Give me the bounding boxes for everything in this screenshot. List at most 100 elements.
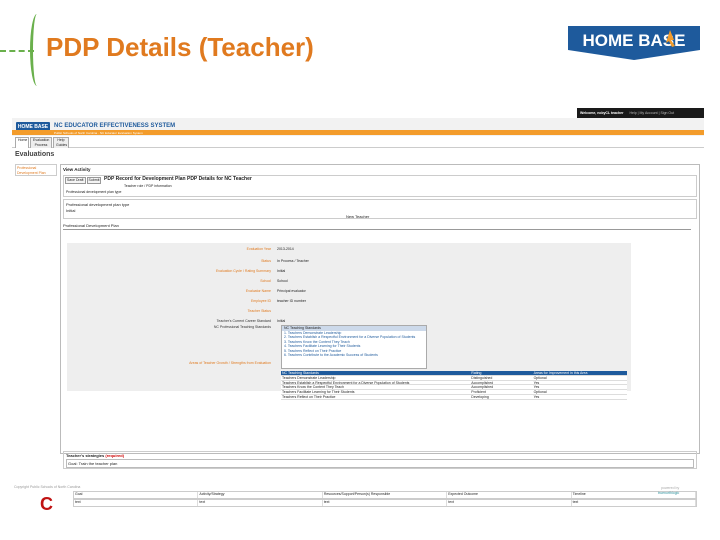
- table-row: Teachers Reflect on Their Practice Devel…: [281, 394, 627, 400]
- table-cell: Accomplished: [471, 385, 494, 390]
- table-cell: Distinguished: [471, 375, 493, 380]
- table-cell: Teachers Know the Content They Teach: [282, 385, 344, 390]
- column-header: Rating: [471, 371, 482, 375]
- pdp-subtitle: Teacher role / PDP information: [124, 184, 172, 188]
- field-label: Status: [261, 259, 271, 263]
- pdp-header-box: Save Draft Submit PDP Record for Develop…: [63, 175, 697, 197]
- field-value: Initial: [277, 319, 286, 323]
- breadcrumb: Public Schools of North Carolina · NC Ed…: [54, 130, 143, 135]
- footer-copyright: Copyright Public Schools of North Caroli…: [14, 485, 81, 489]
- tab-home[interactable]: Home: [15, 137, 29, 148]
- table-cell: Developing: [471, 394, 489, 399]
- pdp-info: Professional development plan type: [66, 190, 122, 194]
- field-label: Teacher's Current Career Standard: [216, 319, 271, 323]
- field-value: 2013-2014: [277, 247, 294, 251]
- field-label: Areas of Teacher Growth / Strengths from…: [189, 361, 271, 365]
- field-label: Evaluation Year: [246, 247, 271, 251]
- main-panel: View Activity Save Draft Submit PDP Reco…: [60, 164, 700, 507]
- truenorthlogic-logo: powered by truenorthlogic: [658, 486, 679, 495]
- table-cell: Yes: [533, 394, 540, 399]
- pdp-title: PDP Record for Development Plan PDP Deta…: [104, 176, 252, 182]
- category-value: New Teacher: [346, 214, 370, 219]
- powered-by-text: powered by: [661, 486, 680, 490]
- column-header: Goal: [74, 492, 199, 498]
- strategies-input[interactable]: Goal: Train the teacher plan: [66, 459, 694, 468]
- brand-text: truenorthlogic: [658, 490, 680, 495]
- top-user-bar: Welcome, ncbyCL teacher Help | My Accoun…: [577, 108, 704, 118]
- field-label: Evaluator Name: [245, 289, 271, 293]
- goals-table: Goal Activity/Strategy Resources/Support…: [73, 491, 697, 511]
- submit-button[interactable]: Submit: [86, 177, 102, 184]
- plan-type-box: Professional development plan type Initi…: [63, 199, 697, 219]
- table-cell: Accomplished: [471, 380, 494, 385]
- table-cell: Yes: [533, 380, 540, 385]
- action-buttons: Save Draft Submit: [65, 177, 102, 184]
- standard-item[interactable]: 2. Teachers Establish a Respectful Envir…: [282, 335, 426, 340]
- sidebar: Professional Development Plan: [15, 164, 57, 176]
- view-activity-title: View Activity: [63, 167, 91, 172]
- standards-table: NC Teaching Standards Rating Areas for I…: [281, 371, 627, 400]
- field-label: Employee ID: [250, 299, 271, 303]
- column-header: Expected Outcome: [447, 492, 572, 498]
- field-label: School: [260, 279, 271, 283]
- plan-type-value[interactable]: Initial: [66, 208, 75, 213]
- system-name: NC EDUCATOR EFFECTIVENESS SYSTEM: [54, 123, 176, 129]
- divider: [63, 229, 691, 230]
- table-cell: Yes: [533, 385, 540, 390]
- table-cell[interactable]: text: [572, 500, 697, 506]
- sidebar-item-pdp[interactable]: Professional Development Plan: [17, 166, 46, 175]
- breadcrumb-bar: Public Schools of North Carolina · NC Ed…: [12, 130, 704, 135]
- field-evaluation-cycle: Evaluation Cycle / Rating Summary Initia…: [67, 269, 631, 275]
- home-base-logo: HOME BASE: [568, 26, 700, 60]
- table-cell: Teachers Establish a Respectful Environm…: [282, 380, 410, 385]
- field-label: NC Professional Teaching Standards: [213, 325, 271, 329]
- field-status: Status In Process / Teacher: [67, 259, 631, 265]
- column-header: NC Teaching Standards: [282, 371, 319, 375]
- plan-heading: Professional Development Plan: [63, 223, 119, 228]
- field-value: Initial: [277, 269, 286, 273]
- table-cell: Proficient: [471, 390, 486, 395]
- field-teacher-status: Teacher Status: [67, 309, 631, 315]
- field-label: Evaluation Cycle / Rating Summary: [215, 269, 271, 273]
- strategies-label-text: Teacher's strategies: [66, 453, 105, 458]
- table-cell: Optional: [533, 375, 547, 380]
- welcome-text: Welcome, ncbyCL teacher: [580, 110, 624, 115]
- field-value: teacher ID number: [277, 299, 306, 303]
- column-header: Activity/Strategy: [198, 492, 323, 498]
- table-cell[interactable]: text: [74, 500, 199, 506]
- evaluations-heading: Evaluations: [15, 151, 55, 158]
- field-employee-id: Employee ID teacher ID number: [67, 299, 631, 305]
- column-header: Resources/Support/Person(s) Responsible: [323, 492, 448, 498]
- plan-type-label: Professional development plan type: [66, 202, 130, 207]
- plan-details-area: Evaluation Year 2013-2014 Status In Proc…: [67, 243, 631, 400]
- table-cell: Teachers Facilitate Learning for Their S…: [282, 390, 355, 395]
- table-cell: Optional: [533, 390, 547, 395]
- slide-title: PDP Details (Teacher): [46, 32, 314, 62]
- column-header: Areas for Improvement in this Area: [533, 371, 588, 375]
- table-header-row: Goal Activity/Strategy Resources/Support…: [73, 491, 697, 499]
- table-cell: Teachers Demonstrate Leadership: [282, 375, 336, 380]
- tab-help-guides[interactable]: Help Guides: [53, 137, 69, 148]
- footer-logo-letter: C: [40, 494, 53, 514]
- field-value: In Process / Teacher: [277, 259, 309, 263]
- table-cell: Teachers Reflect on Their Practice: [282, 394, 336, 399]
- field-evaluator-name: Evaluator Name Principal evaluator: [67, 289, 631, 295]
- field-areas-of-growth: Areas of Teacher Growth / Strengths from…: [67, 361, 631, 367]
- field-value: Principal evaluator: [277, 289, 306, 293]
- table-cell[interactable]: text: [447, 500, 572, 506]
- account-links[interactable]: Help | My Account | Sign Out: [629, 111, 674, 116]
- field-value: School: [277, 279, 288, 283]
- embedded-screenshot: Welcome, ncbyCL teacher Help | My Accoun…: [12, 108, 704, 507]
- decorative-bracket: [30, 14, 44, 86]
- strategies-label: Teacher's strategies (required): [66, 453, 124, 458]
- tab-bar: Home Evaluation Process Help Guides: [12, 136, 704, 148]
- decorative-dashed-line: [0, 50, 34, 52]
- table-row: text text text text text: [73, 499, 697, 507]
- tab-evaluation-process[interactable]: Evaluation Process: [30, 137, 52, 148]
- save-draft-button[interactable]: Save Draft: [65, 177, 86, 184]
- standard-item[interactable]: 6. Teachers Contribute to the Academic S…: [282, 353, 426, 358]
- table-cell[interactable]: text: [323, 500, 448, 506]
- table-cell[interactable]: text: [198, 500, 323, 506]
- strategies-box: Teacher's strategies (required) Goal: Tr…: [63, 451, 697, 469]
- field-evaluation-year: Evaluation Year 2013-2014: [67, 247, 631, 253]
